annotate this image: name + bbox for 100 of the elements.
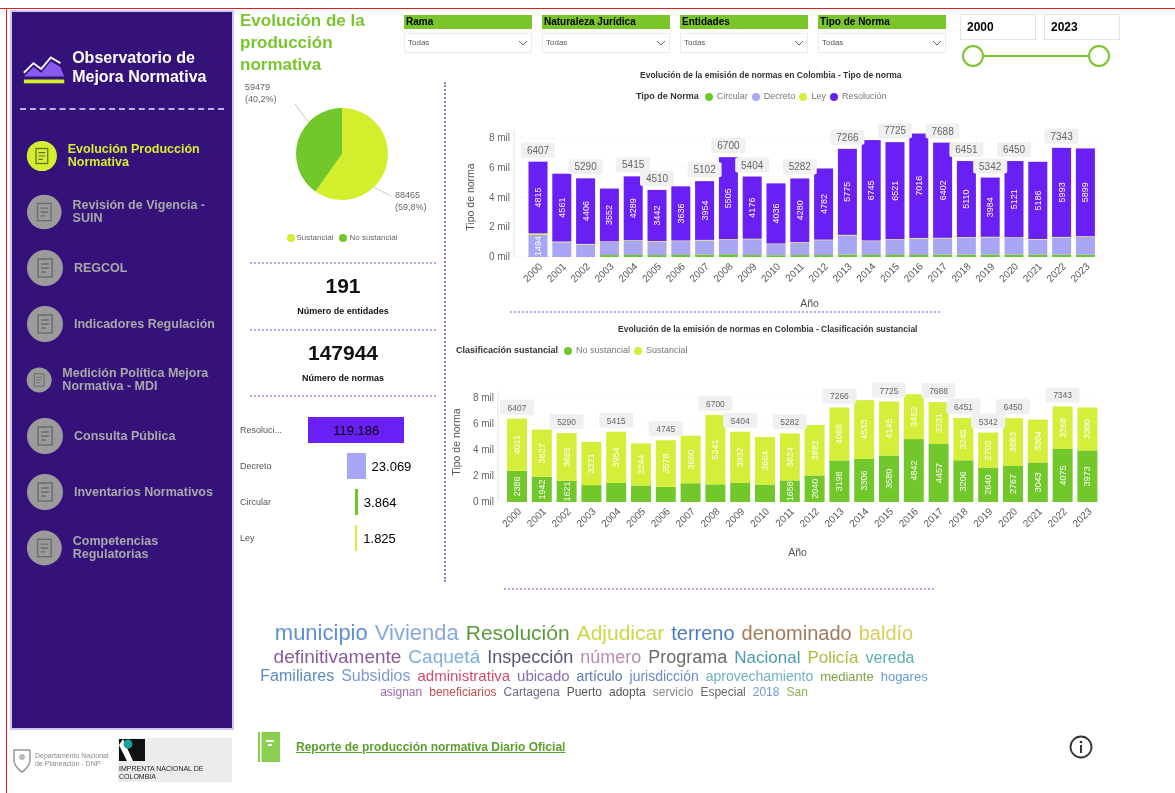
chart-title: Evolución de la emisión de normas en Colombia - Clasificación sustancial <box>618 323 919 336</box>
cloud-word: administrativa <box>417 667 511 685</box>
axis-title: Tipo de norma <box>464 163 476 231</box>
cloud-word: asignan <box>380 685 423 700</box>
total-label: 5282 <box>772 413 807 429</box>
bar-value-label: 1621 <box>561 480 572 501</box>
legend-label: Circular <box>716 89 748 103</box>
bar-segment <box>879 454 899 502</box>
clipboard-icon[interactable] <box>26 249 64 288</box>
axis-title: Tipo de norma <box>450 407 462 476</box>
bar-value-label: 3043 <box>1032 471 1043 492</box>
cloud-word: aprovechamiento <box>705 668 814 685</box>
total-label: 5342 <box>971 413 1006 429</box>
bar-value-label: 5186 <box>1032 190 1043 211</box>
clipboard-icon[interactable] <box>26 417 64 456</box>
bar-value-label: 3683 <box>1008 431 1018 452</box>
cloud-word: Vivienda <box>374 620 459 646</box>
cloud-word: artículo <box>576 668 623 685</box>
clipboard-icon[interactable] <box>26 193 63 232</box>
bar-value-label: 3578 <box>660 453 671 474</box>
total-label: 5415 <box>616 157 651 173</box>
bar-segment <box>1052 448 1073 502</box>
cloud-word: Policía <box>807 647 859 668</box>
bar-value-label: 3954 <box>611 446 622 467</box>
cloud-word: Especial <box>700 685 746 700</box>
cloud-word: Familiares <box>260 667 335 686</box>
bar-segment <box>1003 417 1023 466</box>
bar-value-label: 4289 <box>628 198 639 219</box>
bar-value-label: 3268 <box>1057 417 1068 438</box>
slider-handle[interactable] <box>1088 45 1110 67</box>
total-label: 4745 <box>648 420 683 436</box>
bar-segment <box>829 459 850 502</box>
bar-value-label: 7016 <box>913 176 924 196</box>
legend-label: No sustancial <box>349 232 398 245</box>
filter-dropdown[interactable]: Todas <box>404 33 532 53</box>
cloud-word: denominado <box>741 622 852 646</box>
nav-item[interactable]: Evolución Producción Normativa <box>67 143 232 170</box>
funnel-label: Ley <box>240 531 256 545</box>
bar-segment <box>1077 407 1098 450</box>
bar-segment <box>978 467 999 502</box>
nav-item[interactable]: Indicadores Regulación <box>74 317 215 331</box>
bar-value-label: 3452 <box>908 406 919 427</box>
total-label: 7343 <box>1044 129 1079 145</box>
funnel-label: Decreto <box>240 459 273 473</box>
year-from-field[interactable]: 2000 <box>960 14 1036 40</box>
total-label: 5342 <box>973 158 1008 174</box>
bar-value-label: 1942 <box>536 478 547 499</box>
bar-value-label: 1658 <box>784 480 795 501</box>
chevron-down-icon <box>794 40 804 46</box>
page-title: Evolución de la producción normativa <box>240 10 366 77</box>
bar-value-label: 2702 <box>983 439 994 460</box>
bar-value-label: 3304 <box>1032 430 1043 451</box>
bar-segment <box>1027 419 1048 462</box>
bar-value-label: 1494 <box>533 236 543 257</box>
nav-item[interactable]: Inventarios Normativos <box>74 485 213 499</box>
bar-value-label: 3198 <box>834 470 845 491</box>
cloud-word: terreno <box>671 622 735 646</box>
nav-item[interactable]: Medición Política Mejora Normativa - MDI <box>62 367 232 394</box>
filter-label: Rama <box>404 15 532 29</box>
info-icon[interactable] <box>1069 735 1094 759</box>
bar-segment <box>978 432 999 468</box>
nav-item[interactable]: Revisión de Vigencia - SUIN <box>72 199 232 226</box>
bar-segment <box>903 438 924 502</box>
total-label: 5404 <box>723 412 758 428</box>
slider-handle[interactable] <box>962 45 984 67</box>
total-label: 7725 <box>878 123 912 139</box>
axis-tick-label: 4 mil <box>488 191 510 203</box>
funnel-value: 119.186 <box>333 421 380 440</box>
bar-value-label: 3580 <box>884 468 894 489</box>
bar-value-label: 3665 <box>561 446 572 467</box>
filter-dropdown[interactable]: Todas <box>680 33 808 53</box>
cloud-word: Inspección <box>487 646 574 668</box>
nav-item[interactable]: REGCOL <box>74 261 128 275</box>
nav-item[interactable]: Consulta Pública <box>74 429 176 443</box>
bar-value-label: 4561 <box>556 197 567 218</box>
total-label: 7688 <box>921 382 956 398</box>
total-label: 7343 <box>1045 386 1080 402</box>
bar-value-label: 3937 <box>735 446 746 467</box>
filter-dropdown[interactable]: Todas <box>818 33 946 53</box>
chevron-down-icon <box>932 40 942 46</box>
kpi-label: Número de normas <box>302 371 384 385</box>
bar-segment <box>854 458 875 502</box>
total-label: 6451 <box>946 398 981 414</box>
bar-value-label: 3231 <box>933 412 944 433</box>
bar-value-label: 2640 <box>983 474 994 495</box>
report-link[interactable]: Reporte de producción normativa Diario Oficial <box>296 738 566 756</box>
bar-value-label: 4815 <box>533 187 543 208</box>
bar-segment <box>1027 462 1048 502</box>
clipboard-icon[interactable] <box>26 473 64 512</box>
legend-title: Tipo de Norma <box>636 89 699 103</box>
bar-segment <box>854 399 875 459</box>
bar-value-label: 6521 <box>890 180 900 201</box>
nav-item[interactable]: Competencias Regulatorias <box>72 535 232 562</box>
total-label: 7688 <box>925 123 960 139</box>
year-to-field[interactable]: 2023 <box>1044 14 1120 40</box>
filter-dropdown[interactable]: Todas <box>542 33 670 53</box>
bar-value-label: 4457 <box>933 462 944 483</box>
clipboard-icon[interactable] <box>26 305 64 344</box>
axis-tick-label: 4 mil <box>472 443 494 455</box>
clipboard-icon[interactable] <box>26 529 63 568</box>
